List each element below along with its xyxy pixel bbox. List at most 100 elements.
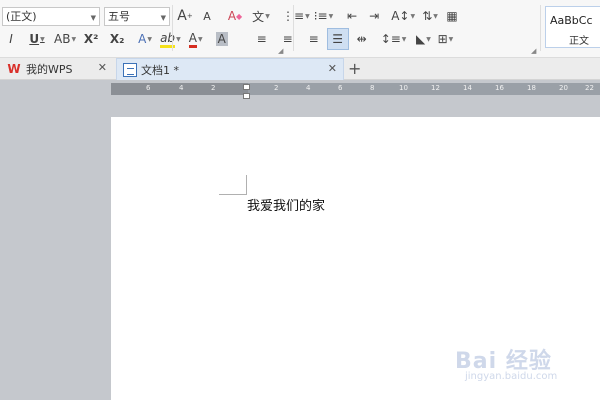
horizontal-ruler[interactable]: 6 4 2 2 4 6 8 10 12 14 16 18 20 22 xyxy=(111,83,600,95)
close-icon[interactable]: ✕ xyxy=(98,61,107,74)
subscript-button[interactable]: X₂ xyxy=(108,28,126,50)
tab-document-label: 文档1 * xyxy=(141,63,179,77)
paint-bucket-icon: ◣ xyxy=(415,32,426,46)
clear-format-label: A xyxy=(227,9,237,23)
font-family-select[interactable]: (正文) ▼ xyxy=(2,6,100,26)
numbered-list-icon: ⁝≡ xyxy=(313,9,328,23)
document-icon xyxy=(123,62,137,77)
justify-button[interactable]: ☰ xyxy=(326,28,349,50)
chevron-down-icon: ▼ xyxy=(40,35,45,43)
align-center-icon: ≡ xyxy=(282,32,293,46)
ribbon-toolbar: (正文) ▼ 五号 ▼ A+ A A◆ 文▼ ⋮≡▼ ⁝≡▼ ⇤ ⇥ A↕▼ ⇅… xyxy=(0,0,600,58)
increase-indent-icon: ⇥ xyxy=(369,9,380,23)
ruler-tick: 16 xyxy=(495,84,504,92)
text-effect-label: A xyxy=(138,32,147,46)
decrease-indent-button[interactable]: ⇤ xyxy=(343,5,361,27)
chevron-down-icon: ▼ xyxy=(448,35,454,43)
align-right-icon: ≡ xyxy=(308,32,319,46)
pinyin-button[interactable]: 文 ▼ xyxy=(252,5,270,27)
font-color-button[interactable]: A ▼ xyxy=(187,28,205,50)
margin-corner-mark xyxy=(246,175,247,195)
shading-button[interactable]: ◣ ▼ xyxy=(414,28,432,50)
align-left-button[interactable]: ≡ xyxy=(253,28,271,50)
divider xyxy=(172,5,173,51)
chevron-down-icon: ▼ xyxy=(410,12,416,20)
clear-format-button[interactable]: A ◆ xyxy=(226,5,244,27)
distributed-align-icon: ⇹ xyxy=(356,32,367,46)
sort-icon: ⇅ xyxy=(422,9,433,23)
font-dialog-launcher-icon[interactable]: ◢ xyxy=(278,47,283,55)
indent-marker-handle[interactable] xyxy=(243,84,251,100)
chevron-down-icon: ▼ xyxy=(305,12,310,20)
align-right-button[interactable]: ≡ xyxy=(305,28,323,50)
strikethrough-button[interactable]: AB ▼ xyxy=(54,28,76,50)
document-body-text[interactable]: 我爱我们的家 xyxy=(247,195,325,214)
ruler-tick: 2 xyxy=(211,84,216,92)
chevron-down-icon: ▼ xyxy=(197,35,203,43)
wps-logo-icon: W xyxy=(7,62,21,76)
font-color-label: A xyxy=(188,31,197,48)
highlight-button[interactable]: ab ▼ xyxy=(160,28,181,50)
ruler-tick: 20 xyxy=(559,84,568,92)
align-left-icon: ≡ xyxy=(256,32,267,46)
underline-button[interactable]: U ▼ xyxy=(28,28,46,50)
paragraph-dialog-launcher-icon[interactable]: ◢ xyxy=(531,47,536,55)
table-button[interactable]: ▦ xyxy=(443,5,461,27)
line-spacing-button[interactable]: ↕≡ ▼ xyxy=(381,28,407,50)
chevron-down-icon: ▼ xyxy=(71,35,77,43)
ruler-tick: 6 xyxy=(338,84,343,92)
superscript-button[interactable]: X² xyxy=(82,28,100,50)
close-icon[interactable]: ✕ xyxy=(328,62,337,75)
chevron-down-icon: ▼ xyxy=(433,12,438,20)
style-preview-name: 正文 xyxy=(569,36,589,47)
tab-my-wps[interactable]: W 我的WPS ✕ xyxy=(0,58,113,80)
ruler-tick: 10 xyxy=(399,84,408,92)
justify-icon: ☰ xyxy=(332,32,344,46)
line-spacing-icon: ↕≡ xyxy=(380,32,401,46)
text-direction-button[interactable]: A↕ ▼ xyxy=(391,5,415,27)
left-indent-handle[interactable] xyxy=(243,93,250,99)
margin-corner-mark xyxy=(219,194,246,195)
bullet-list-button[interactable]: ⋮≡▼ xyxy=(282,5,310,27)
borders-button[interactable]: ⊞ ▼ xyxy=(436,28,454,50)
grow-font-button[interactable]: A + xyxy=(176,5,194,27)
decrease-indent-icon: ⇤ xyxy=(347,9,358,23)
distributed-button[interactable]: ⇹ xyxy=(353,28,371,50)
grow-font-label: A xyxy=(177,8,187,24)
first-line-indent-handle[interactable] xyxy=(243,84,250,90)
chevron-down-icon: ▼ xyxy=(265,12,270,20)
ruler-tick: 2 xyxy=(274,84,279,92)
ruler-tick: 8 xyxy=(370,84,375,92)
numbered-list-button[interactable]: ⁝≡ ▼ xyxy=(314,5,334,27)
ruler-tick: 6 xyxy=(146,84,151,92)
increase-indent-button[interactable]: ⇥ xyxy=(365,5,383,27)
strikethrough-label: AB xyxy=(54,32,71,46)
chevron-down-icon: ▼ xyxy=(160,13,166,22)
table-grid-icon: ▦ xyxy=(446,9,458,23)
watermark-url: jingyan.baidu.com xyxy=(465,371,558,382)
chevron-down-icon: ▼ xyxy=(426,35,431,43)
text-effect-button[interactable]: A ▼ xyxy=(136,28,154,50)
ruler-tick: 4 xyxy=(179,84,184,92)
font-family-value: (正文) xyxy=(6,10,37,23)
char-shading-button[interactable]: A xyxy=(213,28,231,50)
divider xyxy=(293,5,294,51)
superscript-label: X² xyxy=(83,32,99,46)
border-icon: ⊞ xyxy=(437,32,448,46)
chevron-down-icon: ▼ xyxy=(328,12,334,20)
ruler-tick: 14 xyxy=(463,84,472,92)
ruler-tick: 12 xyxy=(431,84,440,92)
shrink-font-button[interactable]: A xyxy=(198,5,216,27)
ruler-text-area xyxy=(248,83,600,95)
underline-label: U xyxy=(29,32,40,46)
sort-button[interactable]: ⇅ ▼ xyxy=(421,5,439,27)
font-size-select[interactable]: 五号 ▼ xyxy=(104,6,170,26)
tab-document-1[interactable]: 文档1 * ✕ xyxy=(116,58,344,80)
document-tab-bar: W 我的WPS ✕ 文档1 * ✕ + xyxy=(0,58,600,80)
italic-button[interactable]: I xyxy=(2,28,20,50)
italic-label: I xyxy=(9,32,13,46)
style-gallery-normal[interactable]: AaBbCc 正文 xyxy=(545,6,600,48)
ruler-tick: 22 xyxy=(585,84,594,92)
add-tab-icon[interactable]: + xyxy=(348,59,361,78)
chevron-down-icon: ▼ xyxy=(90,13,96,22)
